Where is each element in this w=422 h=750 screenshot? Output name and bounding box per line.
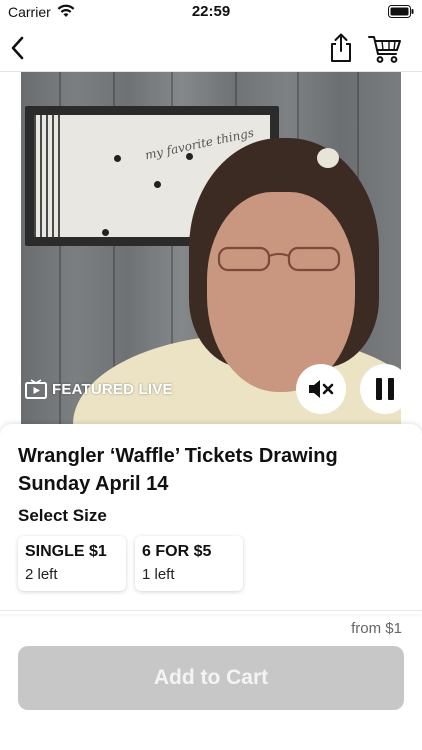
- size-option-stock: 1 left: [142, 566, 175, 583]
- sign-dot: [154, 181, 161, 188]
- presenter-glasses: [217, 246, 341, 272]
- share-icon: [331, 33, 351, 62]
- size-option-name: SINGLE $1: [25, 543, 107, 560]
- speaker-muted-icon: [309, 380, 334, 398]
- chevron-left-icon: [11, 36, 24, 60]
- sign-dot: [114, 155, 121, 162]
- size-option-stock: 2 left: [25, 566, 58, 583]
- footer-divider: [0, 610, 422, 611]
- status-bar: Carrier 22:59: [0, 0, 422, 24]
- tv-play-icon: [25, 379, 47, 399]
- battery-icon: [388, 5, 414, 18]
- product-title: Wrangler ‘Waffle’ Tickets Drawing Sunday…: [18, 445, 338, 495]
- select-size-heading: Select Size: [18, 506, 107, 525]
- cart-icon: [368, 36, 401, 63]
- wall-sign-stripes: [34, 115, 64, 237]
- status-time: 22:59: [191, 3, 231, 20]
- cart-button[interactable]: [368, 34, 402, 64]
- featured-live-badge: FEATURED LIVE: [25, 378, 173, 400]
- back-button[interactable]: [6, 34, 32, 62]
- presenter-hair-clip: [317, 148, 339, 168]
- presenter-face: [207, 192, 355, 392]
- featured-live-label: FEATURED LIVE: [52, 380, 173, 398]
- mute-button[interactable]: [296, 364, 346, 414]
- size-option-single[interactable]: SINGLE $1 2 left: [18, 536, 126, 591]
- sign-dot: [186, 153, 193, 160]
- sign-dot: [102, 229, 109, 236]
- price-from-label: from $1: [351, 620, 402, 637]
- product-sheet: Wrangler ‘Waffle’ Tickets Drawing Sunday…: [0, 424, 422, 614]
- pause-icon: [376, 378, 394, 400]
- size-option-six-pack[interactable]: 6 FOR $5 1 left: [135, 536, 243, 591]
- add-to-cart-button[interactable]: Add to Cart: [18, 646, 404, 710]
- navigation-bar: [0, 24, 422, 72]
- share-button[interactable]: [327, 32, 355, 64]
- size-option-name: 6 FOR $5: [142, 543, 212, 560]
- pause-button[interactable]: [360, 364, 401, 414]
- live-video-player[interactable]: my favorite things FEATURED LIVE: [21, 72, 401, 432]
